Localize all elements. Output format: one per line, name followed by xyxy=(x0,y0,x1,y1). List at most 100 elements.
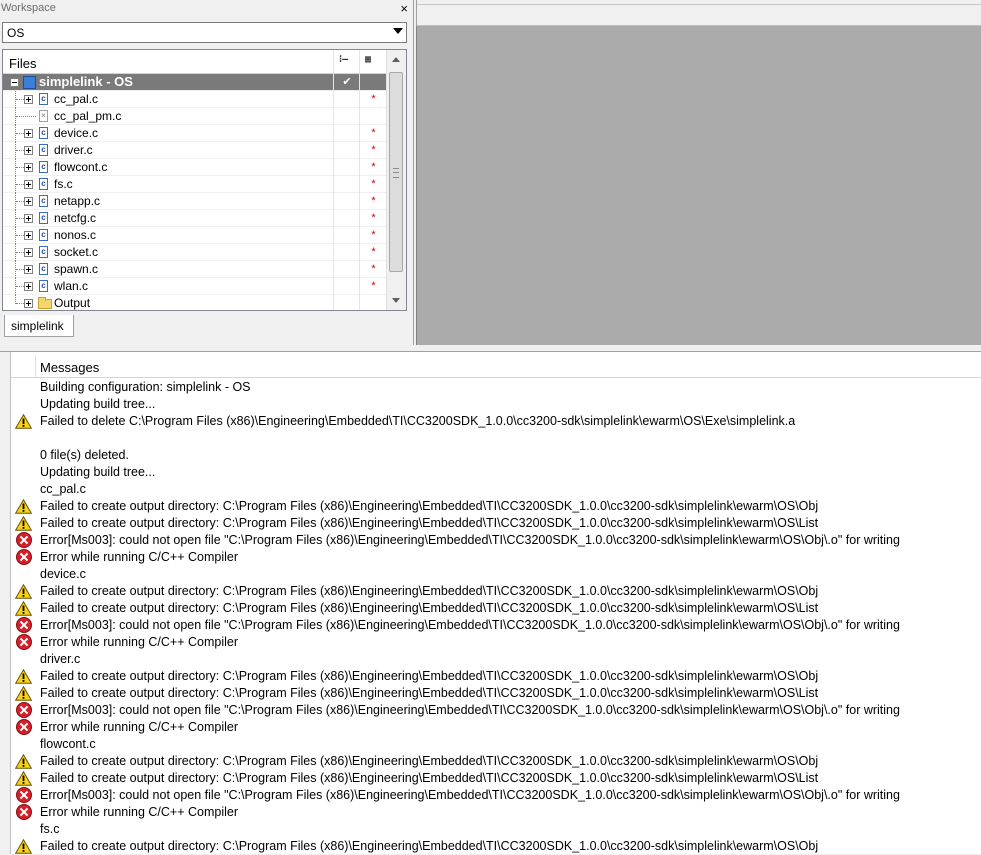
editor-tab-strip xyxy=(416,0,981,26)
tree-item-file[interactable]: c flowcont.c * xyxy=(3,159,388,176)
expand-icon[interactable] xyxy=(24,197,33,206)
message-row[interactable]: Failed to create output directory: C:\Pr… xyxy=(11,583,981,600)
message-row[interactable]: Building configuration: simplelink - OS xyxy=(11,379,981,396)
expand-icon[interactable] xyxy=(24,299,33,308)
message-text: Failed to create output directory: C:\Pr… xyxy=(40,771,819,785)
check-cell[interactable] xyxy=(333,91,360,108)
message-row[interactable]: Error[Ms003]: could not open file "C:\Pr… xyxy=(11,532,981,549)
message-row[interactable]: fs.c xyxy=(11,821,981,838)
expand-icon[interactable] xyxy=(24,248,33,257)
warning-icon xyxy=(15,499,32,514)
message-row[interactable]: Failed to delete C:\Program Files (x86)\… xyxy=(11,413,981,430)
tree-item-file[interactable]: c spawn.c * xyxy=(3,261,388,278)
tree-item-label: driver.c xyxy=(54,143,93,157)
options-icon[interactable]: ▦ xyxy=(359,50,388,73)
tree-item-file[interactable]: c nonos.c * xyxy=(3,227,388,244)
expand-icon[interactable] xyxy=(24,282,33,291)
tree-item-output-folder[interactable]: Output xyxy=(3,295,388,310)
workspace-tab-simplelink[interactable]: simplelink xyxy=(4,315,74,337)
root-check-mark[interactable]: ✔ xyxy=(333,74,360,91)
message-text: Failed to create output directory: C:\Pr… xyxy=(40,516,819,530)
tree-item-file[interactable]: c device.c * xyxy=(3,125,388,142)
tree-item-label: nonos.c xyxy=(54,228,97,242)
error-icon xyxy=(16,804,32,820)
message-row[interactable]: Updating build tree... xyxy=(11,396,981,413)
check-cell[interactable] xyxy=(333,244,360,261)
expand-icon[interactable] xyxy=(24,95,33,104)
files-vertical-scrollbar[interactable] xyxy=(386,50,406,310)
message-row[interactable]: Failed to create output directory: C:\Pr… xyxy=(11,685,981,702)
tree-item-file[interactable]: × cc_pal_pm.c xyxy=(3,108,388,125)
message-row[interactable]: Error while running C/C++ Compiler xyxy=(11,719,981,736)
configuration-dropdown[interactable]: OS xyxy=(2,22,407,43)
expand-icon[interactable] xyxy=(24,163,33,172)
check-cell[interactable] xyxy=(333,125,360,142)
tree-item-file[interactable]: c socket.c * xyxy=(3,244,388,261)
tree-item-file[interactable]: c fs.c * xyxy=(3,176,388,193)
message-row[interactable]: Failed to create output directory: C:\Pr… xyxy=(11,498,981,515)
tree-item-file[interactable]: c netapp.c * xyxy=(3,193,388,210)
message-row[interactable]: cc_pal.c xyxy=(11,481,981,498)
message-row[interactable]: Failed to create output directory: C:\Pr… xyxy=(11,838,981,855)
collapse-icon[interactable] xyxy=(10,78,19,87)
modified-mark: * xyxy=(359,125,388,142)
scroll-down-icon[interactable] xyxy=(392,298,400,303)
expand-icon[interactable] xyxy=(24,146,33,155)
check-cell[interactable] xyxy=(333,227,360,244)
check-cell[interactable] xyxy=(333,142,360,159)
message-row[interactable]: flowcont.c xyxy=(11,736,981,753)
tree-line xyxy=(16,150,24,151)
tree-item-file[interactable]: c wlan.c * xyxy=(3,278,388,295)
horizontal-splitter[interactable] xyxy=(0,345,981,352)
options-glyph: ▦ xyxy=(365,54,372,65)
message-row[interactable]: Failed to create output directory: C:\Pr… xyxy=(11,600,981,617)
message-row[interactable]: Failed to create output directory: C:\Pr… xyxy=(11,668,981,685)
c-file-icon: c xyxy=(39,212,48,224)
check-cell[interactable] xyxy=(333,193,360,210)
tree-root-simplelink[interactable]: simplelink - OS ✔ xyxy=(3,74,388,91)
message-row[interactable]: Error while running C/C++ Compiler xyxy=(11,804,981,821)
scroll-up-icon[interactable] xyxy=(392,57,400,62)
expand-icon[interactable] xyxy=(24,180,33,189)
message-row[interactable]: 0 file(s) deleted. xyxy=(11,447,981,464)
tree-item-file[interactable]: c netcfg.c * xyxy=(3,210,388,227)
error-icon xyxy=(16,634,32,650)
dropdown-arrow-icon[interactable] xyxy=(393,28,403,34)
message-row[interactable]: Error while running C/C++ Compiler xyxy=(11,634,981,651)
message-row[interactable]: Error[Ms003]: could not open file "C:\Pr… xyxy=(11,787,981,804)
message-row[interactable]: device.c xyxy=(11,566,981,583)
check-cell[interactable] xyxy=(333,210,360,227)
message-row[interactable]: Error[Ms003]: could not open file "C:\Pr… xyxy=(11,702,981,719)
message-row[interactable]: Failed to create output directory: C:\Pr… xyxy=(11,770,981,787)
check-cell[interactable] xyxy=(333,176,360,193)
check-cell[interactable] xyxy=(333,278,360,295)
workspace-close-icon[interactable]: × xyxy=(400,0,408,17)
tree-line xyxy=(16,303,24,304)
message-text: Error[Ms003]: could not open file "C:\Pr… xyxy=(40,703,900,717)
tree-item-file[interactable]: c driver.c * xyxy=(3,142,388,159)
warning-icon xyxy=(15,414,32,429)
tree-line xyxy=(16,116,36,117)
files-header-label[interactable]: Files xyxy=(9,56,36,71)
message-row[interactable]: Failed to create output directory: C:\Pr… xyxy=(11,753,981,770)
messages-header-label[interactable]: Messages xyxy=(40,360,99,375)
scroll-thumb[interactable] xyxy=(389,72,403,272)
check-cell[interactable] xyxy=(333,159,360,176)
check-cell[interactable] xyxy=(333,108,360,125)
expand-icon[interactable] xyxy=(24,129,33,138)
tree-item-file[interactable]: c cc_pal.c * xyxy=(3,91,388,108)
check-cell[interactable] xyxy=(333,295,360,310)
expand-icon[interactable] xyxy=(24,265,33,274)
message-row[interactable]: Error[Ms003]: could not open file "C:\Pr… xyxy=(11,617,981,634)
expand-icon[interactable] xyxy=(24,214,33,223)
message-row[interactable]: Error while running C/C++ Compiler xyxy=(11,549,981,566)
check-toggle-icon[interactable]: ⁝– xyxy=(333,50,360,73)
expand-icon[interactable] xyxy=(24,231,33,240)
message-row[interactable]: Updating build tree... xyxy=(11,464,981,481)
message-row[interactable]: Failed to create output directory: C:\Pr… xyxy=(11,515,981,532)
check-cell[interactable] xyxy=(333,261,360,278)
message-row[interactable] xyxy=(11,430,981,447)
message-row[interactable]: driver.c xyxy=(11,651,981,668)
c-file-icon: c xyxy=(39,280,48,292)
tree-line xyxy=(16,99,24,100)
